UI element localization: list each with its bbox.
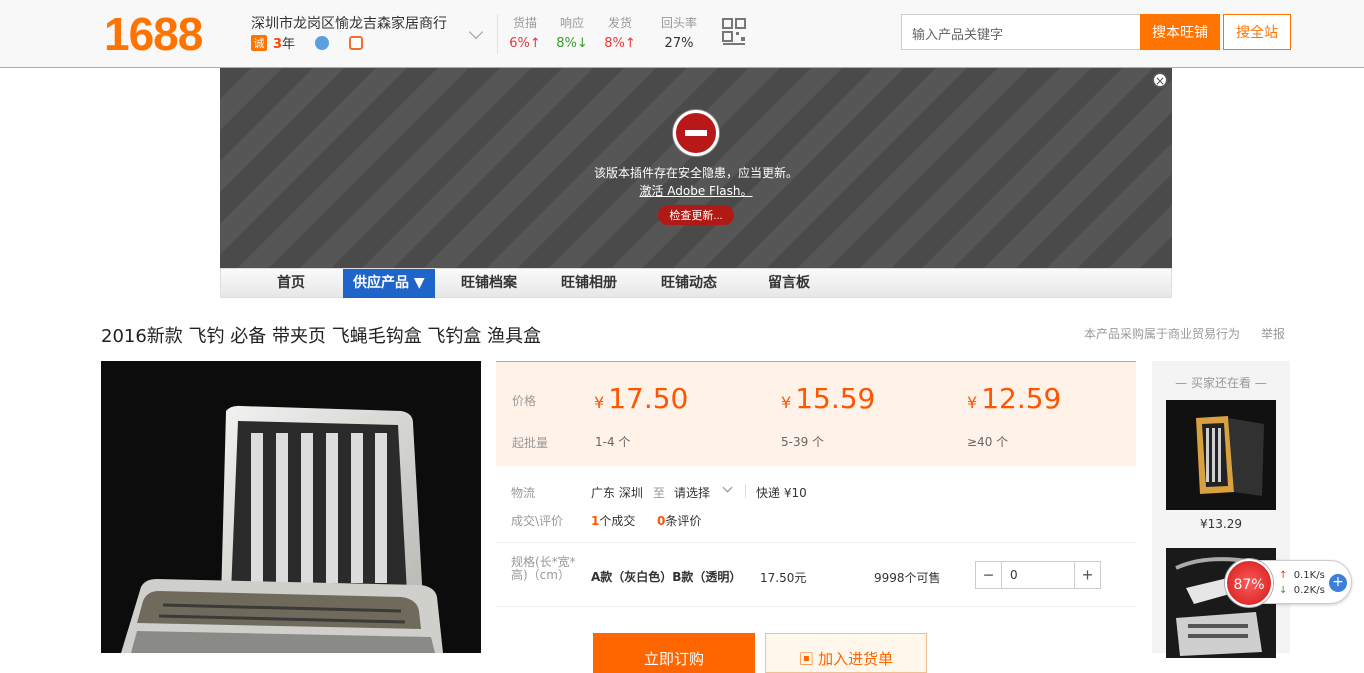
trust-badge-icon: 诚 bbox=[251, 34, 267, 51]
recommended-product-image[interactable] bbox=[1166, 400, 1276, 510]
price-tier-1: ¥17.50 bbox=[594, 382, 689, 415]
qty-tier-3: ≥40 个 bbox=[967, 435, 1009, 449]
divider bbox=[496, 606, 1136, 607]
qty-tier-1: 1-4 个 bbox=[595, 435, 631, 449]
divider bbox=[745, 484, 746, 498]
quantity-stepper[interactable]: − 0 + bbox=[975, 561, 1101, 589]
review-count[interactable]: 0条评价 bbox=[657, 512, 701, 529]
stat-description: 货描 6%↑ bbox=[509, 16, 541, 51]
wangwang-icon[interactable] bbox=[315, 35, 330, 50]
arrow-up-icon: ↑ bbox=[1279, 570, 1288, 581]
nav-home[interactable]: 首页 bbox=[277, 269, 305, 298]
report-link[interactable]: 举报 bbox=[1261, 325, 1285, 342]
qty-tier-2: 5-39 个 bbox=[781, 435, 825, 449]
quantity-input[interactable]: 0 bbox=[1010, 568, 1018, 582]
stat-shipping: 发货 8%↑ bbox=[604, 16, 636, 51]
price-label: 价格 bbox=[512, 394, 537, 408]
price-tier-3: ¥12.59 bbox=[967, 382, 1062, 415]
shop-years: 3年 bbox=[273, 37, 296, 52]
site-header: 1688 深圳市龙岗区愉龙吉森家居商行 诚 3年 货描 6%↑ 响应 8%↓ 发… bbox=[0, 0, 1364, 68]
increase-button[interactable]: + bbox=[1074, 562, 1100, 588]
flash-blocked-banner: × 该版本插件存在安全隐患，应当更新。 激活 Adobe Flash。 检查更新… bbox=[220, 68, 1172, 268]
deals-label: 成交\评价 bbox=[511, 514, 564, 528]
flash-message: 该版本插件存在安全隐患，应当更新。 bbox=[593, 166, 798, 180]
search-shop-button[interactable]: 搜本旺铺 bbox=[1140, 14, 1220, 50]
blocked-icon bbox=[673, 110, 719, 156]
nav-news[interactable]: 旺铺动态 bbox=[661, 269, 717, 298]
stat-repurchase: 回头率 27% bbox=[660, 16, 697, 51]
divider bbox=[496, 542, 1136, 543]
close-icon[interactable]: × bbox=[1152, 72, 1168, 88]
decrease-button[interactable]: − bbox=[976, 562, 1002, 588]
spec-label: 规格(长*宽*高)（cm） bbox=[511, 555, 576, 582]
network-speed-widget[interactable]: 87% ↑ 0.1K/s ↓ 0.2K/s + bbox=[1225, 559, 1352, 607]
qrcode-icon[interactable] bbox=[722, 18, 746, 46]
search-input[interactable]: 输入产品关键字 bbox=[901, 14, 1141, 50]
shop-meta: 诚 3年 bbox=[251, 33, 364, 52]
site-logo[interactable]: 1688 bbox=[104, 8, 203, 60]
activate-flash-link[interactable]: 激活 Adobe Flash。 bbox=[220, 182, 1172, 199]
check-update-button[interactable]: 检查更新... bbox=[658, 205, 734, 225]
nav-products[interactable]: 供应产品 ▼ bbox=[343, 269, 435, 298]
stat-response: 响应 8%↓ bbox=[556, 16, 588, 51]
express-fee: 快递 ¥10 bbox=[756, 486, 807, 500]
spec-stock: 9998个可售 bbox=[874, 571, 941, 585]
search-site-button[interactable]: 搜全站 bbox=[1223, 14, 1291, 50]
plus-icon[interactable]: + bbox=[1329, 574, 1347, 592]
rail-title: — 买家还在看 — bbox=[1175, 376, 1267, 390]
deal-count[interactable]: 1个成交 bbox=[591, 512, 635, 529]
speed-percent: 87% bbox=[1225, 559, 1273, 607]
download-speed: ↓ 0.2K/s bbox=[1279, 585, 1325, 596]
product-title: 2016新款 飞钓 必备 带夹页 飞蝇毛钩盒 飞钓盒 渔具盒 bbox=[101, 326, 542, 347]
spec-option: A款（灰白色）B款（透明） bbox=[591, 570, 742, 584]
shop-name[interactable]: 深圳市龙岗区愉龙吉森家居商行 bbox=[251, 13, 447, 33]
price-tier-2: ¥15.59 bbox=[781, 382, 876, 415]
spec-price: 17.50元 bbox=[760, 571, 807, 585]
upload-speed: ↑ 0.1K/s bbox=[1279, 570, 1325, 581]
buy-now-button[interactable]: 立即订购 bbox=[593, 633, 755, 673]
nav-profile[interactable]: 旺铺档案 bbox=[461, 269, 517, 298]
arrow-down-icon: ↓ bbox=[1279, 585, 1288, 596]
chevron-down-icon[interactable] bbox=[722, 482, 733, 493]
destination-select[interactable]: 请选择 bbox=[674, 484, 710, 501]
to-word: 至 bbox=[653, 486, 666, 500]
nav-guestbook[interactable]: 留言板 bbox=[768, 269, 810, 298]
add-to-cart-button[interactable]: ▣ 加入进货单 bbox=[765, 633, 927, 673]
cart-icon: ▣ bbox=[798, 650, 819, 668]
recommended-price: ¥13.29 bbox=[1200, 517, 1242, 531]
divider bbox=[497, 14, 498, 54]
price-panel: 价格 起批量 ¥17.50 ¥15.59 ¥12.59 1-4 个 5-39 个… bbox=[496, 361, 1136, 466]
shop-nav: 首页 供应产品 ▼ 旺铺档案 旺铺相册 旺铺动态 留言板 bbox=[220, 268, 1172, 298]
merchant-icon bbox=[349, 35, 364, 50]
chevron-down-icon[interactable] bbox=[468, 24, 484, 40]
min-order-label: 起批量 bbox=[512, 436, 549, 450]
also-viewed-rail: — 买家还在看 — ¥13.29 bbox=[1152, 361, 1290, 658]
ship-from: 广东 深圳 bbox=[591, 486, 643, 500]
trade-notice: 本产品采购属于商业贸易行为 bbox=[1084, 327, 1241, 341]
nav-album[interactable]: 旺铺相册 bbox=[561, 269, 617, 298]
product-image[interactable] bbox=[101, 361, 481, 653]
logistics-label: 物流 bbox=[511, 486, 536, 500]
